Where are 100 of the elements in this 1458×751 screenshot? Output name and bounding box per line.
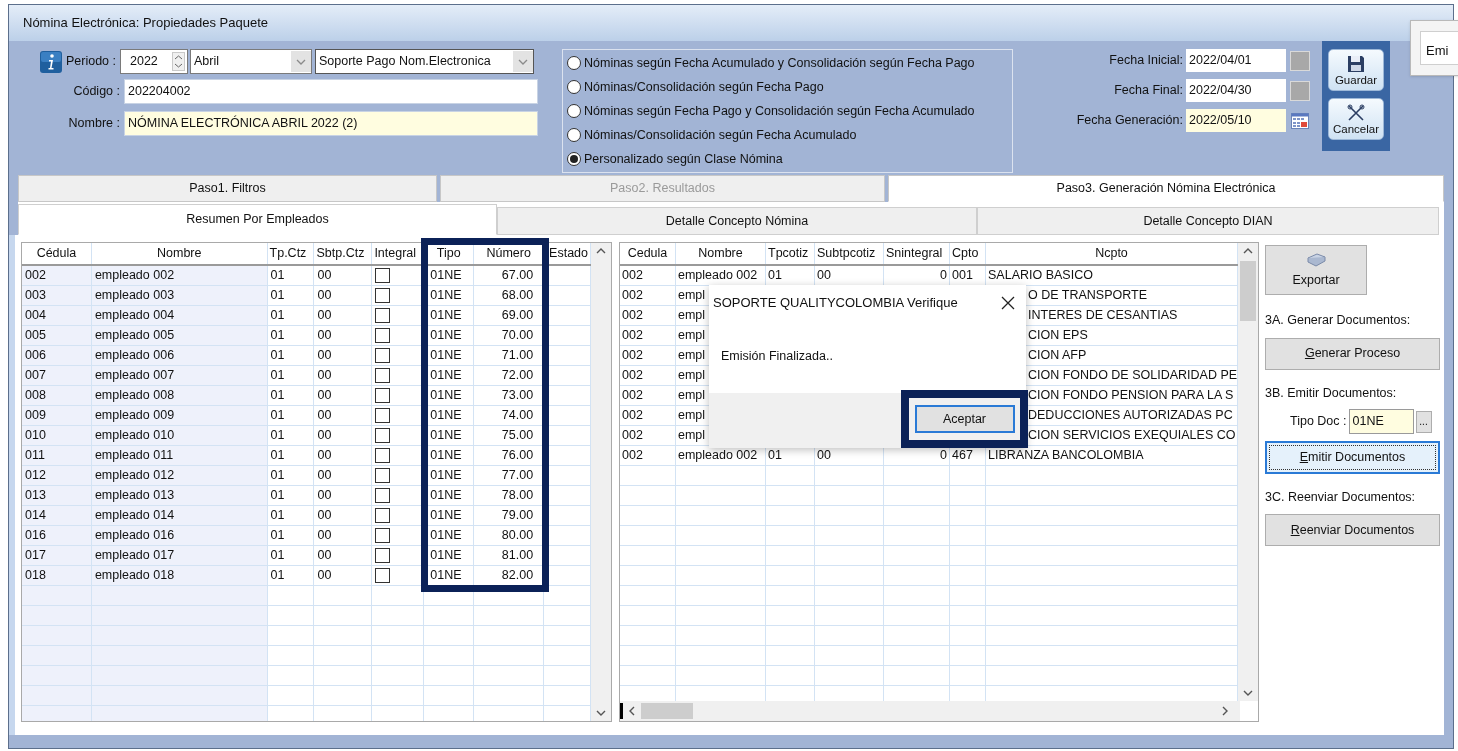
table-cell: 01 xyxy=(267,306,315,325)
column-header[interactable]: Snintegral xyxy=(884,243,950,264)
name-field[interactable]: NÓMINA ELECTRÓNICA ABRIL 2022 (2) xyxy=(124,111,538,136)
browse-button[interactable]: ... xyxy=(1415,410,1432,433)
table-cell: 002 xyxy=(620,426,676,445)
table-cell: 01NE xyxy=(424,546,475,565)
checkbox[interactable] xyxy=(375,428,391,443)
calendar-icon xyxy=(1291,112,1309,129)
checkbox[interactable] xyxy=(375,488,391,503)
table-cell: 01 xyxy=(267,286,315,305)
horizontal-scrollbar[interactable] xyxy=(620,701,1240,721)
save-button[interactable]: Guardar xyxy=(1328,49,1384,91)
checkbox[interactable] xyxy=(375,308,391,323)
code-field[interactable]: 202204002 xyxy=(124,79,538,104)
date-field[interactable]: 2022/04/01 xyxy=(1186,49,1286,72)
table-cell: 81.00 xyxy=(474,546,545,565)
checkbox[interactable] xyxy=(375,268,391,283)
table-cell: 017 xyxy=(22,546,92,565)
export-button[interactable]: Exportar xyxy=(1265,245,1367,295)
table-cell: 016 xyxy=(22,526,92,545)
table-cell: 002 xyxy=(620,406,676,425)
checkbox[interactable] xyxy=(375,408,391,423)
year-spinner[interactable]: 2022 xyxy=(120,49,188,74)
radio-label: Personalizado según Clase Nómina xyxy=(584,150,783,168)
checkbox[interactable] xyxy=(375,528,391,543)
date-field[interactable]: 2022/05/10 xyxy=(1186,109,1286,132)
vertical-scrollbar[interactable] xyxy=(1238,243,1258,701)
emit-button[interactable]: Emitir Documentos xyxy=(1265,440,1440,474)
column-header[interactable]: Tipo xyxy=(424,243,475,264)
tab[interactable]: Detalle Concepto DIAN xyxy=(977,207,1439,235)
section-heading: 3C. Reenviar Documentos: xyxy=(1265,488,1417,506)
field-label: Fecha Generación: xyxy=(1076,112,1183,130)
table-cell: empleado 009 xyxy=(91,406,268,425)
column-header[interactable]: Nombre xyxy=(91,243,268,264)
column-header[interactable]: Cédula xyxy=(22,243,92,264)
checkbox[interactable] xyxy=(375,508,391,523)
table-cell: 00 xyxy=(314,346,373,365)
doc-type-field[interactable]: 01NE xyxy=(1348,409,1414,434)
field-label: Fecha Inicial: xyxy=(1109,52,1183,70)
table-cell: 00 xyxy=(314,526,373,545)
table-cell: 00 xyxy=(314,566,373,585)
column-header[interactable]: Número xyxy=(474,243,545,264)
column-header[interactable]: Tpcotiz xyxy=(766,243,815,264)
scroll-thumb[interactable] xyxy=(641,703,693,719)
tab[interactable]: Paso3. Generación Nómina Electrónica xyxy=(888,175,1444,202)
vertical-scrollbar[interactable] xyxy=(591,243,611,721)
table-cell: 80.00 xyxy=(474,526,545,545)
cross-icon xyxy=(1347,103,1365,122)
table-cell: empleado 014 xyxy=(91,506,268,525)
window-button[interactable]: Emi xyxy=(1420,31,1458,65)
checkbox[interactable] xyxy=(375,388,391,403)
table-cell: empleado 012 xyxy=(91,466,268,485)
checkbox[interactable] xyxy=(375,368,391,383)
table-cell: 72.00 xyxy=(474,366,545,385)
checkbox[interactable] xyxy=(375,548,391,563)
checkbox[interactable] xyxy=(375,288,391,303)
checkbox[interactable] xyxy=(375,568,391,583)
resend-button[interactable]: Reenviar Documentos xyxy=(1265,514,1440,547)
checkbox[interactable] xyxy=(375,448,391,463)
table-cell: 012 xyxy=(22,466,92,485)
table-cell: 00 xyxy=(314,286,373,305)
section-heading: 3A. Generar Documentos: xyxy=(1265,312,1412,329)
checkbox[interactable] xyxy=(375,328,391,343)
table-cell: empleado 011 xyxy=(91,446,268,465)
radio-button[interactable] xyxy=(567,80,581,94)
column-header[interactable]: Cpto xyxy=(950,243,986,264)
window-title: Nómina Electrónica: Propiedades Paquete xyxy=(23,14,268,33)
calendar-button[interactable] xyxy=(1290,110,1310,131)
column-header[interactable]: Integral xyxy=(372,243,425,264)
checkbox[interactable] xyxy=(375,348,391,363)
table-cell: 68.00 xyxy=(474,286,545,305)
tab[interactable]: Paso1. Filtros xyxy=(18,175,437,202)
table-cell: 01 xyxy=(267,366,315,385)
field-label: Periodo : xyxy=(64,53,117,71)
scroll-thumb[interactable] xyxy=(1240,261,1256,321)
checkbox[interactable] xyxy=(375,468,391,483)
radio-label: Nóminas/Consolidación según Fecha Pago xyxy=(584,78,824,96)
column-header[interactable]: Tp.Ctz xyxy=(267,243,315,264)
accept-button[interactable]: Aceptar xyxy=(914,405,1015,433)
date-field[interactable]: 2022/04/30 xyxy=(1186,79,1286,102)
table-cell: 01 xyxy=(267,426,315,445)
type-select[interactable]: Soporte Pago Nom.Electronica xyxy=(315,49,534,74)
column-header[interactable]: Subtpcotiz xyxy=(815,243,884,264)
column-header[interactable]: Sbtp.Ctz xyxy=(314,243,373,264)
table-cell: empleado 002 xyxy=(91,266,268,285)
tab[interactable]: Resumen Por Empleados xyxy=(18,204,497,235)
table-cell: 018 xyxy=(22,566,92,585)
radio-button[interactable] xyxy=(567,56,581,70)
generate-button[interactable]: Generar Proceso xyxy=(1265,337,1440,370)
radio-button[interactable] xyxy=(567,104,581,118)
radio-button[interactable] xyxy=(567,128,581,142)
cancel-button[interactable]: Cancelar xyxy=(1328,98,1384,140)
close-button[interactable] xyxy=(1000,295,1016,311)
column-header[interactable]: Nombre xyxy=(676,243,766,264)
tab[interactable]: Detalle Concepto Nómina xyxy=(497,207,977,235)
radio-button[interactable] xyxy=(567,152,581,166)
month-select[interactable]: Abril xyxy=(190,49,312,74)
table-cell: 01NE xyxy=(424,466,475,485)
table-cell: 002 xyxy=(620,366,676,385)
column-header[interactable]: Cedula xyxy=(620,243,676,264)
